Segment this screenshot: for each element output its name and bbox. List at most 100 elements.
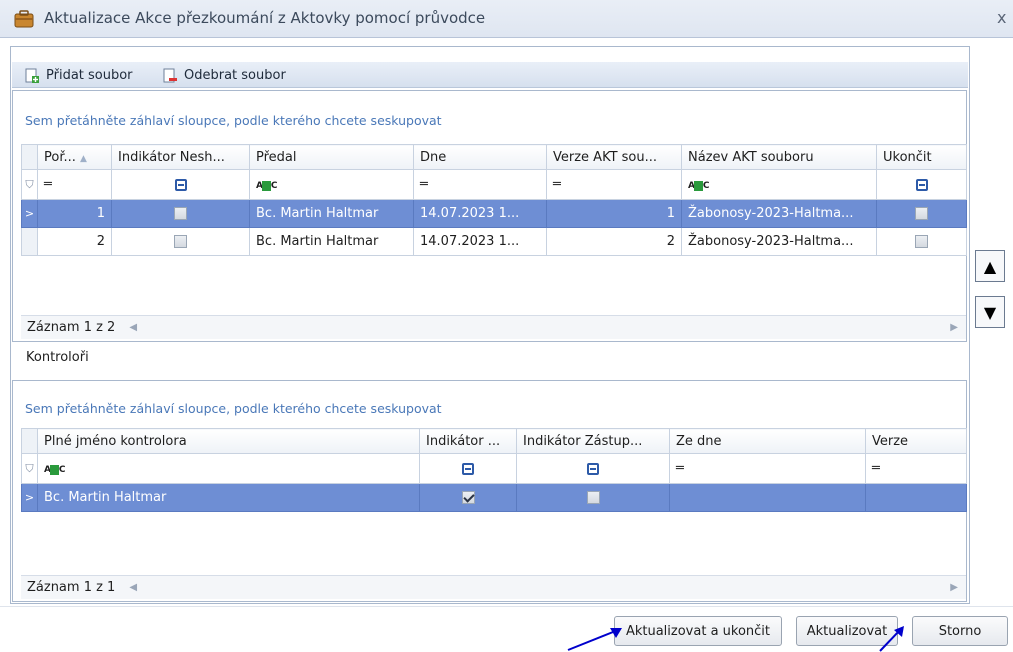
annotation-arrow (567, 628, 622, 651)
checkbox[interactable] (174, 235, 187, 248)
filter-version[interactable]: ═ (546, 169, 682, 200)
column-header-handed-by[interactable]: Předal (249, 144, 414, 170)
cell-handed-by: Bc. Martin Haltmar (249, 199, 414, 228)
cell-date: 14.07.2023 1... (413, 199, 547, 228)
controllers-label: Kontroloři (26, 350, 89, 365)
controllers-record-count: Záznam 1 z 1 (27, 580, 116, 595)
filter-indicator[interactable] (419, 453, 517, 484)
filter-checkbox-icon (915, 178, 928, 191)
controllers-header-row: Plné jméno kontrolora Indikátor ... Indi… (21, 428, 967, 454)
scroll-right-icon[interactable]: ▶ (950, 582, 958, 593)
cell-date: 14.07.2023 1... (413, 227, 547, 256)
cell-order: 1 (37, 199, 112, 228)
column-header-file-name[interactable]: Název AKT souboru (681, 144, 877, 170)
remove-file-icon (163, 68, 177, 82)
cell-indicator[interactable] (111, 199, 250, 228)
checkbox[interactable] (586, 491, 600, 504)
files-record-count: Záznam 1 z 2 (27, 320, 116, 335)
update-and-close-button[interactable]: Aktualizovat a ukončit (614, 616, 782, 646)
arrow-up-icon: ▲ (983, 256, 997, 276)
cell-file-name: Žabonosy-2023-Haltma... (681, 199, 877, 228)
filter-icon: ⛉ (21, 453, 38, 484)
cell-version (865, 483, 967, 512)
controllers-group-hint[interactable]: Sem přetáhněte záhlaví sloupce, podle kt… (25, 401, 442, 416)
filter-date[interactable]: ═ (413, 169, 547, 200)
row-indicator-header (21, 144, 38, 170)
column-header-indicator[interactable]: Indikátor Nesh... (111, 144, 250, 170)
sort-asc-icon: ▲ (80, 153, 87, 164)
add-file-icon (25, 68, 39, 83)
move-up-button[interactable]: ▲ (975, 250, 1005, 282)
checkbox[interactable] (915, 235, 928, 248)
text-filter-icon: ABC (256, 181, 277, 191)
files-footer: Záznam 1 z 2 ◀ ▶ (21, 315, 966, 339)
cell-order: 2 (37, 227, 112, 256)
files-group-hint[interactable]: Sem přetáhněte záhlaví sloupce, podle kt… (25, 113, 442, 128)
filter-full-name[interactable]: ABC (37, 453, 420, 484)
filter-indicator[interactable] (111, 169, 250, 200)
table-row[interactable]: > 1 Bc. Martin Haltmar 14.07.2023 1... 1… (21, 199, 967, 228)
files-filter-row: ⛉ ═ ABC ═ ═ ABC (21, 169, 967, 200)
annotation-arrow (879, 626, 904, 652)
cell-close[interactable] (876, 227, 967, 256)
text-filter-icon: ABC (688, 181, 709, 191)
column-header-indicator[interactable]: Indikátor ... (419, 428, 517, 454)
cancel-button[interactable]: Storno (912, 616, 1008, 646)
column-header-version[interactable]: Verze (865, 428, 967, 454)
checkbox-checked[interactable] (461, 491, 475, 504)
cell-from-date (669, 483, 866, 512)
column-header-version[interactable]: Verze AKT sou... (546, 144, 682, 170)
remove-file-label: Odebrat soubor (184, 68, 286, 83)
controllers-table: Plné jméno kontrolora Indikátor ... Indi… (21, 428, 967, 512)
checkbox[interactable] (174, 207, 187, 220)
cell-indicator[interactable] (111, 227, 250, 256)
add-file-button[interactable]: Přidat soubor (24, 66, 133, 85)
text-filter-icon: ABC (44, 465, 65, 475)
cell-version: 1 (546, 199, 682, 228)
scroll-left-icon[interactable]: ◀ (129, 582, 137, 593)
scroll-right-icon[interactable]: ▶ (950, 322, 958, 333)
column-header-full-name[interactable]: Plné jméno kontrolora (37, 428, 420, 454)
table-row[interactable]: 2 Bc. Martin Haltmar 14.07.2023 1... 2 Ž… (21, 227, 967, 256)
files-table: Poř... ▲ Indikátor Nesh... Předal Dne Ve… (21, 144, 967, 256)
filter-close[interactable] (876, 169, 967, 200)
filter-version[interactable]: ═ (865, 453, 967, 484)
column-header-from-date[interactable]: Ze dne (669, 428, 866, 454)
cell-handed-by: Bc. Martin Haltmar (249, 227, 414, 256)
arrow-down-icon: ▼ (983, 302, 997, 322)
files-grid-panel: Sem přetáhněte záhlaví sloupce, podle kt… (12, 90, 967, 342)
add-file-label: Přidat soubor (46, 68, 133, 83)
filter-from-date[interactable]: ═ (669, 453, 866, 484)
move-down-button[interactable]: ▼ (975, 296, 1005, 328)
controllers-footer: Záznam 1 z 1 ◀ ▶ (21, 575, 966, 599)
checkbox[interactable] (915, 207, 928, 220)
column-header-order[interactable]: Poř... ▲ (37, 144, 112, 170)
title-bar: Aktualizace Akce přezkoumání z Aktovky p… (0, 0, 1013, 38)
column-header-close[interactable]: Ukončit (876, 144, 967, 170)
filter-checkbox-icon (587, 462, 599, 475)
filter-handed-by[interactable]: ABC (249, 169, 414, 200)
close-icon[interactable]: x (997, 8, 1006, 27)
row-pointer-icon: > (21, 483, 38, 512)
filter-checkbox-icon (174, 178, 187, 191)
column-header-substitute[interactable]: Indikátor Zástup... (516, 428, 670, 454)
table-row[interactable]: > Bc. Martin Haltmar (21, 483, 967, 512)
cell-file-name: Žabonosy-2023-Haltma... (681, 227, 877, 256)
cell-close[interactable] (876, 199, 967, 228)
filter-substitute[interactable] (516, 453, 670, 484)
window-title: Aktualizace Akce přezkoumání z Aktovky p… (44, 9, 486, 27)
remove-file-button[interactable]: Odebrat soubor (162, 66, 286, 85)
cell-indicator[interactable] (419, 483, 517, 512)
toolbar: Přidat soubor Odebrat soubor (12, 62, 968, 88)
files-header-row: Poř... ▲ Indikátor Nesh... Předal Dne Ve… (21, 144, 967, 170)
filter-checkbox-icon (462, 462, 474, 475)
scroll-left-icon[interactable]: ◀ (129, 322, 137, 333)
filter-file-name[interactable]: ABC (681, 169, 877, 200)
column-header-date[interactable]: Dne (413, 144, 547, 170)
cell-substitute[interactable] (516, 483, 670, 512)
cell-full-name: Bc. Martin Haltmar (37, 483, 420, 512)
row-pointer-icon: > (21, 199, 38, 228)
filter-order[interactable]: ═ (37, 169, 112, 200)
controllers-grid-panel: Sem přetáhněte záhlaví sloupce, podle kt… (12, 380, 967, 602)
filter-icon: ⛉ (21, 169, 38, 200)
